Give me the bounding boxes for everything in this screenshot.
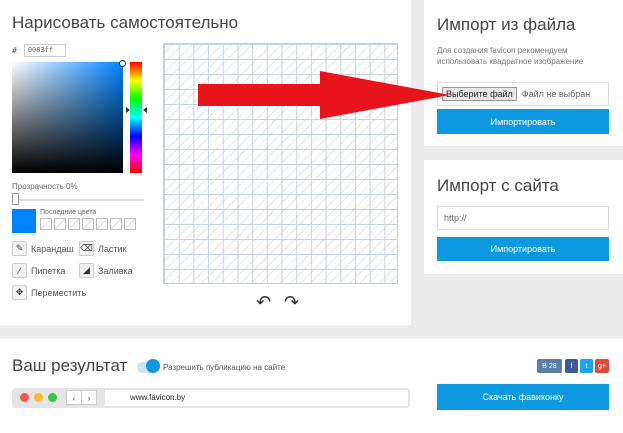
redo-icon[interactable]: ↷: [284, 292, 299, 313]
tool-eyedropper-label: Пипетка: [31, 265, 66, 276]
import-file-button[interactable]: Импортировать: [437, 109, 609, 134]
recent-color-swatch[interactable]: [82, 218, 94, 230]
publish-toggle-knob[interactable]: [146, 359, 160, 373]
tool-fill[interactable]: ◢ Заливка: [79, 263, 133, 278]
vk-icon: В: [542, 362, 547, 370]
hex-row: # 0083ff: [12, 44, 66, 57]
back-icon: ‹: [66, 390, 82, 405]
draw-title: Нарисовать самостоятельно: [12, 13, 239, 32]
eraser-icon: ⌫: [79, 241, 94, 256]
facebook-share-button[interactable]: f: [565, 359, 578, 373]
recent-color-swatch[interactable]: [124, 218, 136, 230]
tool-fill-label: Заливка: [98, 265, 133, 276]
recent-color-swatch[interactable]: [110, 218, 122, 230]
arrow-icon: [198, 71, 450, 119]
hue-slider-left-arrow-icon[interactable]: [126, 107, 130, 113]
tool-eraser-label: Ластик: [98, 243, 127, 254]
hue-slider-right-arrow-icon[interactable]: [143, 107, 147, 113]
google-plus-share-button[interactable]: g+: [595, 359, 609, 373]
move-icon: ✥: [12, 285, 27, 300]
recent-colors-label: Последние цвета: [40, 209, 97, 216]
opacity-label: Прозрачность 0%: [12, 182, 78, 191]
window-close-dot-icon: [20, 393, 29, 402]
undo-icon[interactable]: ↶: [256, 292, 271, 313]
eyedropper-icon: ⁄: [12, 263, 27, 278]
google-plus-icon: g+: [598, 362, 606, 370]
recent-color-swatch[interactable]: [40, 218, 52, 230]
tool-pencil[interactable]: ✎ Карандаш: [12, 241, 74, 256]
hue-slider[interactable]: [130, 62, 142, 173]
hex-input[interactable]: 0083ff: [23, 44, 66, 57]
tool-eraser[interactable]: ⌫ Ластик: [79, 241, 127, 256]
fill-icon: ◢: [79, 263, 94, 278]
vk-share-button[interactable]: В 28: [537, 359, 562, 373]
tool-eyedropper[interactable]: ⁄ Пипетка: [12, 263, 65, 278]
favicon-preview-address: www.favicon.by: [105, 390, 408, 406]
recent-color-swatch[interactable]: [68, 218, 80, 230]
opacity-slider[interactable]: [12, 199, 144, 208]
publish-label: Разрешить публикацию на сайте: [163, 363, 286, 372]
twitter-icon: t: [585, 362, 588, 370]
no-file-text: Файл не выбран: [521, 89, 591, 99]
pencil-icon: ✎: [12, 241, 27, 256]
hex-prefix: #: [12, 46, 17, 55]
saturation-value-picker[interactable]: [12, 62, 123, 173]
site-url-input[interactable]: http://: [437, 206, 609, 230]
window-maximize-dot-icon: [48, 393, 57, 402]
file-input[interactable]: Выберите файл Файл не выбран: [437, 82, 609, 106]
recent-colors: [40, 218, 136, 230]
import-site-title: Импорт с сайта: [437, 176, 559, 195]
window-minimize-dot-icon: [34, 393, 43, 402]
recent-color-swatch[interactable]: [96, 218, 108, 230]
import-file-description: Для создания favicon рекомендуем использ…: [437, 46, 584, 66]
tool-move-label: Переместить: [31, 287, 87, 298]
opacity-slider-thumb[interactable]: [12, 193, 19, 205]
tool-pencil-label: Карандаш: [31, 243, 74, 254]
import-site-button[interactable]: Импортировать: [437, 237, 609, 261]
tool-move[interactable]: ✥ Переместить: [12, 285, 86, 300]
recent-color-swatch[interactable]: [54, 218, 66, 230]
forward-icon: ›: [81, 390, 97, 405]
current-color-swatch: [12, 209, 36, 233]
import-file-title: Импорт из файла: [437, 15, 576, 34]
color-picker-cursor[interactable]: [119, 60, 126, 67]
result-title: Ваш результат: [12, 356, 128, 375]
download-favicon-button[interactable]: Скачать фавиконку: [437, 384, 609, 410]
choose-file-button[interactable]: Выберите файл: [442, 87, 517, 101]
vk-count: 28: [548, 362, 557, 370]
facebook-icon: f: [570, 362, 573, 370]
twitter-share-button[interactable]: t: [580, 359, 593, 373]
